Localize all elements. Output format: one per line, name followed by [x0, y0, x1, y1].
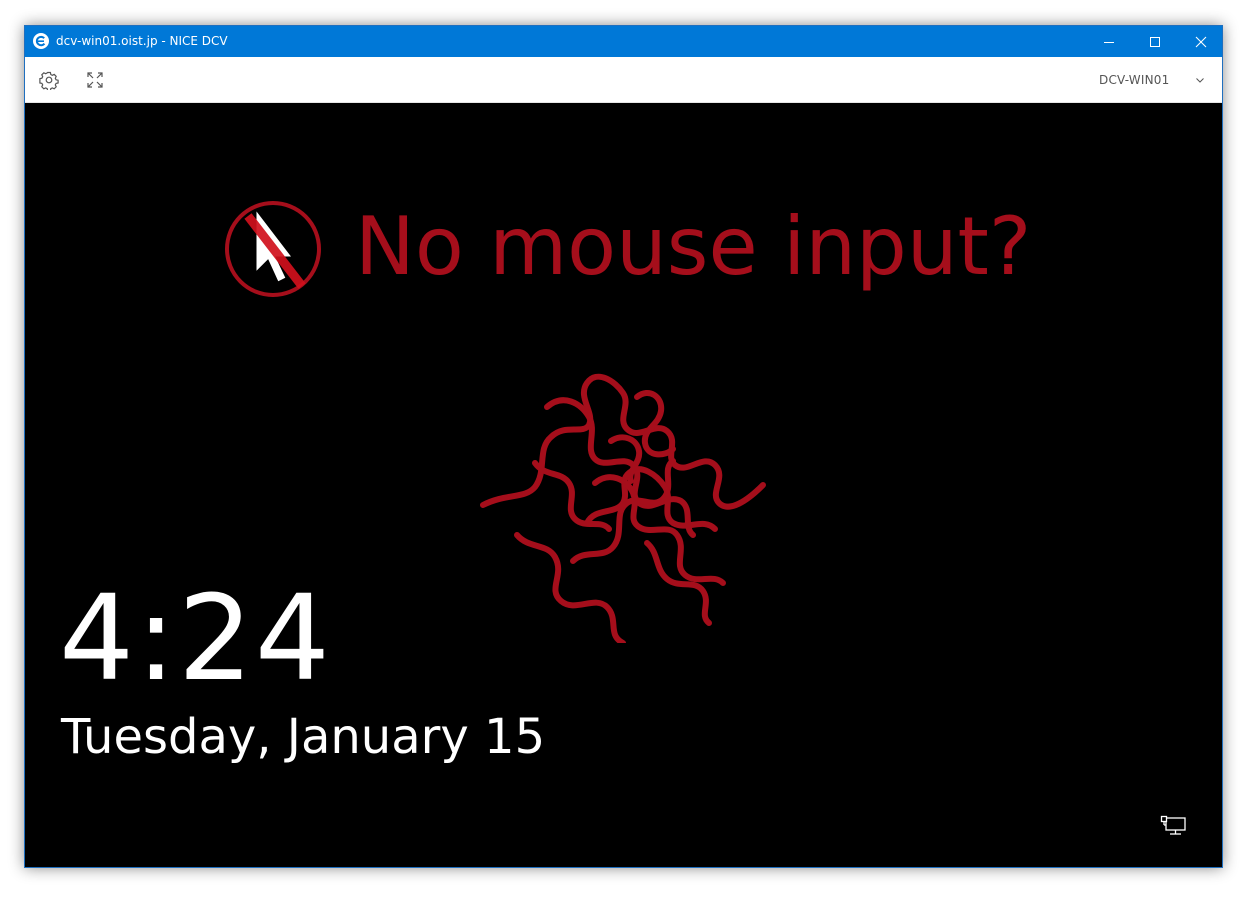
no-mouse-icon [225, 201, 321, 297]
lock-screen-date: Tuesday, January 15 [61, 709, 546, 765]
title-bar[interactable]: dcv-win01.oist.jp - NICE DCV [25, 26, 1222, 57]
maximize-button[interactable] [1132, 26, 1178, 57]
close-button[interactable] [1178, 26, 1222, 57]
window-title: dcv-win01.oist.jp - NICE DCV [56, 34, 228, 48]
minimize-button[interactable] [1086, 26, 1132, 57]
minimize-icon [1104, 41, 1114, 43]
settings-button[interactable] [37, 68, 61, 92]
dcv-logo-icon [33, 33, 49, 49]
remote-desktop-view[interactable]: No mouse input? 4:24 Tuesday, January 15 [25, 103, 1222, 867]
network-icon[interactable] [1160, 815, 1188, 839]
dcv-window: dcv-win01.oist.jp - NICE DCV DCV-WIN01 N… [24, 25, 1223, 868]
oist-logo [480, 373, 766, 643]
fullscreen-button[interactable] [83, 68, 107, 92]
dcv-toolbar: DCV-WIN01 [25, 57, 1222, 103]
maximize-icon [1150, 36, 1160, 47]
close-icon [1195, 36, 1207, 47]
host-selector[interactable]: DCV-WIN01 [1099, 69, 1211, 91]
gear-icon [39, 71, 59, 90]
host-selector-value: DCV-WIN01 [1099, 73, 1170, 87]
chevron-down-icon [1196, 78, 1204, 83]
lock-screen-time: 4:24 [59, 569, 332, 707]
no-mouse-message: No mouse input? [355, 200, 1032, 293]
expand-icon [87, 72, 103, 88]
